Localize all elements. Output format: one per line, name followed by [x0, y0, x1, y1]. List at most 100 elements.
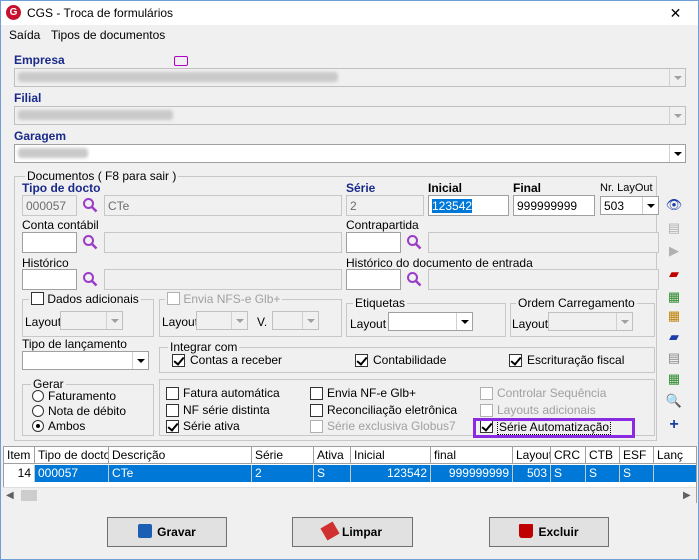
- scroll-thumb[interactable]: [21, 490, 37, 501]
- app-logo: G: [6, 5, 21, 20]
- dados-layout-select[interactable]: [60, 311, 123, 330]
- scroll-left-icon[interactable]: ◀: [6, 490, 14, 501]
- final-field[interactable]: 999999999: [513, 195, 595, 216]
- table-cell[interactable]: S: [551, 465, 586, 482]
- table-cell[interactable]: S: [314, 465, 351, 482]
- serie-ativa-checkbox[interactable]: [166, 420, 179, 433]
- print-icon[interactable]: ▤: [663, 348, 685, 368]
- report-green-icon[interactable]: ▦: [663, 369, 685, 389]
- chevron-down-icon: [132, 352, 148, 369]
- etiquetas-layout-select[interactable]: [388, 312, 473, 331]
- tipo-docto-desc-field[interactable]: CTe: [104, 195, 342, 216]
- contrapartida-field[interactable]: [346, 232, 401, 253]
- menu-saida[interactable]: Saída: [9, 28, 40, 42]
- envia-nfse-checkbox[interactable]: [167, 292, 180, 305]
- tipo-docto-code-field[interactable]: 000057: [22, 195, 77, 216]
- historico-entrada-field[interactable]: [346, 269, 401, 290]
- excluir-button[interactable]: Excluir: [489, 517, 609, 547]
- table-cell[interactable]: 503: [513, 465, 551, 482]
- table-cell[interactable]: 14: [4, 465, 35, 482]
- serie-exclusiva-checkbox[interactable]: [310, 420, 323, 433]
- serie-ativa-label: Série ativa: [183, 419, 240, 433]
- gerar-faturamento-radio[interactable]: [32, 390, 44, 402]
- garagem-label: Garagem: [14, 129, 67, 143]
- gerar-nota-debito-radio[interactable]: [32, 405, 44, 417]
- col-layout[interactable]: Layout: [513, 447, 551, 464]
- books-blue-icon[interactable]: ▰: [663, 327, 685, 347]
- conta-contabil-field[interactable]: [22, 232, 77, 253]
- contas-receber-checkbox[interactable]: [172, 354, 185, 367]
- search-icon[interactable]: [406, 234, 422, 250]
- ordem-layout-select[interactable]: [548, 312, 633, 331]
- table-cell[interactable]: 000057: [35, 465, 109, 482]
- close-button[interactable]: ✕: [653, 1, 698, 25]
- contabilidade-checkbox[interactable]: [355, 354, 368, 367]
- col-serie[interactable]: Série: [252, 447, 314, 464]
- fatura-automatica-checkbox[interactable]: [166, 387, 179, 400]
- controlar-sequencia-checkbox[interactable]: [480, 387, 493, 400]
- col-lanc[interactable]: Lanç: [654, 447, 696, 464]
- gravar-button[interactable]: Gravar: [107, 517, 227, 547]
- reconciliacao-checkbox[interactable]: [310, 404, 323, 417]
- nfse-version-select[interactable]: [272, 311, 319, 330]
- search-icon[interactable]: [82, 234, 98, 250]
- dados-adicionais-title: Dados adicionais: [29, 292, 141, 306]
- preview-icon[interactable]: 🔍: [663, 391, 685, 411]
- escrituracao-fiscal-checkbox[interactable]: [509, 354, 522, 367]
- table-cell[interactable]: 999999999: [431, 465, 513, 482]
- garagem-value-redacted: [18, 148, 88, 158]
- nr-layout-select[interactable]: 503: [600, 196, 659, 215]
- col-esf[interactable]: ESF: [620, 447, 654, 464]
- chevron-down-icon: [106, 312, 122, 329]
- fatura-automatica-label: Fatura automática: [183, 386, 280, 400]
- nf-serie-distinta-checkbox[interactable]: [166, 404, 179, 417]
- report-icon[interactable]: ▦: [663, 287, 685, 307]
- envia-nfse-label: Envia NFS-e Glb+: [183, 292, 281, 306]
- escrituracao-fiscal-label: Escrituração fiscal: [527, 353, 625, 367]
- col-final[interactable]: final: [431, 447, 513, 464]
- search-icon[interactable]: [82, 197, 98, 213]
- add-icon[interactable]: +: [663, 415, 685, 435]
- filial-select[interactable]: [14, 106, 686, 125]
- monitor-icon[interactable]: [174, 56, 188, 66]
- col-tipo-docto[interactable]: Tipo de docto: [35, 447, 109, 464]
- col-item[interactable]: Item: [4, 447, 35, 464]
- limpar-button[interactable]: Limpar: [292, 517, 413, 547]
- table-cell[interactable]: 123542: [351, 465, 431, 482]
- col-inicial[interactable]: Inicial: [351, 447, 431, 464]
- table-cell[interactable]: 2: [252, 465, 314, 482]
- final-label: Final: [513, 181, 542, 195]
- gerar-faturamento-label: Faturamento: [48, 389, 117, 403]
- col-descricao[interactable]: Descrição: [109, 447, 252, 464]
- layouts-adicionais-checkbox[interactable]: [480, 404, 493, 417]
- dados-adicionais-label: Dados adicionais: [47, 292, 139, 306]
- search-icon[interactable]: [406, 271, 422, 287]
- table-cell[interactable]: S: [586, 465, 620, 482]
- table-cell[interactable]: [654, 465, 696, 482]
- menu-bar: Saída Tipos de documentos: [1, 26, 698, 66]
- inicial-field[interactable]: 123542: [428, 195, 509, 216]
- col-ctb[interactable]: CTB: [586, 447, 620, 464]
- empresa-select[interactable]: [14, 68, 686, 87]
- col-crc[interactable]: CRC: [551, 447, 586, 464]
- horizontal-scrollbar[interactable]: ◀ ▶: [3, 487, 696, 503]
- scroll-right-icon[interactable]: ▶: [683, 490, 691, 501]
- serie-field[interactable]: 2: [346, 195, 424, 216]
- nfse-layout-select[interactable]: [196, 311, 248, 330]
- tipo-lancamento-select[interactable]: [22, 351, 149, 370]
- table-cell[interactable]: CTe: [109, 465, 252, 482]
- garagem-select[interactable]: [14, 144, 686, 163]
- col-ativa[interactable]: Ativa: [314, 447, 351, 464]
- table-cell[interactable]: S: [620, 465, 654, 482]
- books-red-icon[interactable]: ▰: [663, 264, 685, 284]
- eye-icon[interactable]: 👁: [663, 195, 685, 215]
- forward-icon[interactable]: ▶: [663, 241, 685, 261]
- search-icon[interactable]: [82, 271, 98, 287]
- envia-nfe-checkbox[interactable]: [310, 387, 323, 400]
- menu-tipos-documentos[interactable]: Tipos de documentos: [51, 28, 165, 42]
- dados-adicionais-checkbox[interactable]: [31, 292, 44, 305]
- historico-field[interactable]: [22, 269, 77, 290]
- gerar-ambos-radio[interactable]: [32, 420, 44, 432]
- copy-icon[interactable]: ▤: [663, 218, 685, 238]
- report-alt-icon[interactable]: ▦: [663, 306, 685, 326]
